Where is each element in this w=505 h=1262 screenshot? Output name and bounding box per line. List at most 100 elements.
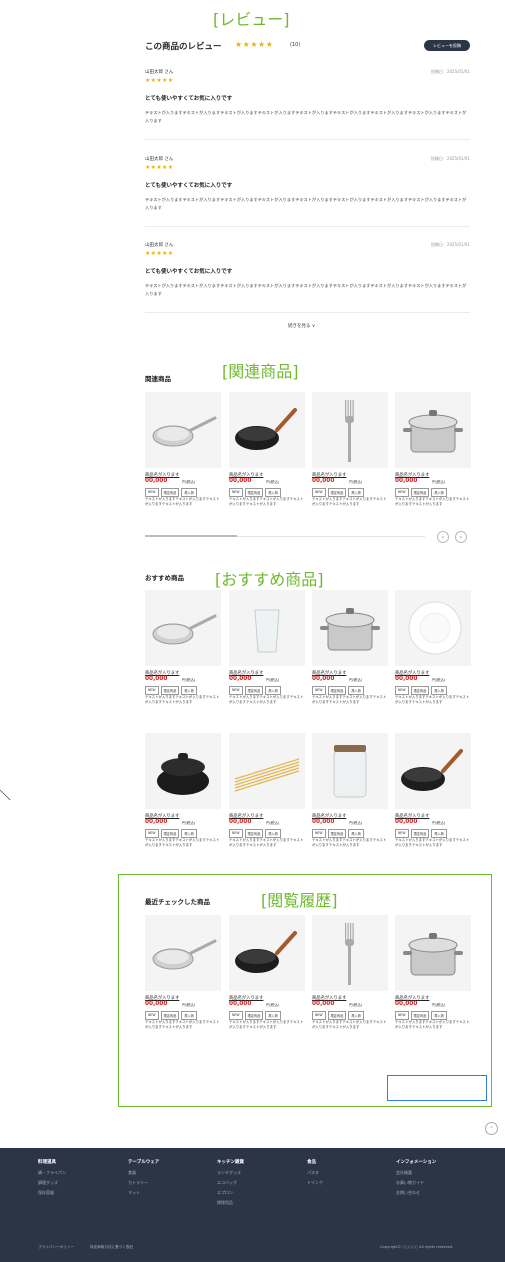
product-tags: NEW 限定商品 再入荷: [229, 686, 281, 695]
x-icon[interactable]: 𝕏: [419, 1083, 425, 1093]
footer-link[interactable]: ドリンク: [307, 1180, 323, 1186]
product-card[interactable]: 商品名が入ります 00,000 円(税込) NEW 限定商品 再入荷 テキストが入りますテキ…: [395, 392, 471, 506]
product-card[interactable]: 商品名が入ります 00,000 円(税込) NEW 限定商品 再入荷 テキストが入りますテキ…: [229, 590, 305, 704]
product-card[interactable]: 商品名が入ります 00,000 円(税込) NEW 限定商品 再入荷 テキストが入りますテキ…: [145, 733, 221, 847]
review-title: とても使いやすくてお気に入りです: [145, 183, 233, 189]
review-body: テキストが入りますテキストが入りますテキストが入りますテキストが入りますテキスト…: [145, 283, 467, 296]
footer-link[interactable]: 鍋・フライパン: [38, 1170, 66, 1176]
product-card[interactable]: 商品名が入ります 00,000 円(税込) NEW 限定商品 再入荷 テキストが入りますテキ…: [229, 915, 305, 1029]
product-card[interactable]: 商品名が入ります 00,000 円(税込) NEW 限定商品 再入荷 テキストが入りますテキ…: [312, 733, 388, 847]
product-image[interactable]: [145, 590, 221, 666]
product-image[interactable]: [395, 590, 471, 666]
product-description: テキストが入りますテキストが入りますテキストが入りますテキストが入ります: [229, 838, 304, 847]
product-image[interactable]: [312, 915, 388, 991]
product-tag: 限定商品: [160, 686, 180, 695]
product-card[interactable]: 商品名が入ります 00,000 円(税込) NEW 限定商品 再入荷 テキストが入りますテキ…: [395, 733, 471, 847]
product-tag: 再入荷: [181, 488, 197, 497]
footer-column-heading[interactable]: 食品: [307, 1159, 323, 1165]
product-tag: 限定商品: [327, 686, 347, 695]
show-more-reviews-link[interactable]: 続きを見る ∨: [288, 323, 315, 329]
product-card[interactable]: 商品名が入ります 00,000 円(税込) NEW 限定商品 再入荷 テキストが入りますテキ…: [145, 915, 221, 1029]
footer-link[interactable]: エプロン: [217, 1190, 244, 1196]
price-tax-label: 円(税込): [349, 678, 363, 682]
footer-link[interactable]: エコバッグ: [217, 1180, 244, 1186]
review-item: 山田太郎 さん 投稿日：2025/01/01 ★★★★★ とても使いやすくてお気…: [145, 156, 470, 227]
footer-link[interactable]: パスタ: [307, 1170, 323, 1176]
product-image[interactable]: [312, 590, 388, 666]
product-image[interactable]: [145, 392, 221, 468]
product-image[interactable]: [395, 915, 471, 991]
footer-link[interactable]: お問い合わせ: [396, 1190, 436, 1196]
product-image[interactable]: [395, 733, 471, 809]
footer-link[interactable]: カトラリー: [128, 1180, 159, 1186]
price-tax-label: 円(税込): [266, 821, 280, 825]
product-card[interactable]: 商品名が入ります 00,000 円(税込) NEW 限定商品 再入荷 テキストが入りますテキ…: [395, 915, 471, 1029]
write-review-button[interactable]: レビューを投稿: [424, 40, 470, 51]
page-top-button[interactable]: ⌃: [485, 1122, 498, 1135]
product-tag: 再入荷: [348, 686, 364, 695]
product-card[interactable]: 商品名が入ります 00,000 円(税込) NEW 限定商品 再入荷 テキストが入りますテキ…: [229, 733, 305, 847]
footer-column-heading[interactable]: 料理道具: [38, 1159, 66, 1165]
product-card[interactable]: 商品名が入ります 00,000 円(税込) NEW 限定商品 再入荷 テキストが入りますテキ…: [312, 915, 388, 1029]
product-image[interactable]: [229, 733, 305, 809]
product-image[interactable]: [229, 590, 305, 666]
line-icon[interactable]: ●: [455, 1083, 462, 1093]
footer-link[interactable]: 掃除用品: [217, 1200, 244, 1206]
facebook-icon[interactable]: f: [432, 1083, 435, 1093]
carousel-next-button[interactable]: ›: [455, 531, 467, 543]
footer-link[interactable]: 食器: [128, 1170, 159, 1176]
price-tax-label: 円(税込): [182, 1003, 196, 1007]
product-tag: NEW: [312, 488, 326, 497]
review-stars: ★★★★★: [145, 250, 174, 257]
footer-link[interactable]: ランチグッズ: [217, 1170, 244, 1176]
product-card[interactable]: 商品名が入ります 00,000 円(税込) NEW 限定商品 再入荷 テキストが入りますテキ…: [312, 392, 388, 506]
product-image[interactable]: [229, 392, 305, 468]
product-card[interactable]: 商品名が入ります 00,000 円(税込) NEW 限定商品 再入荷 テキストが入りますテキ…: [395, 590, 471, 704]
footer-link[interactable]: お買い物ガイド: [396, 1180, 436, 1186]
product-tags: NEW 限定商品 再入荷: [312, 1011, 364, 1020]
product-tag: NEW: [395, 829, 409, 838]
product-image[interactable]: [229, 915, 305, 991]
carousel-prev-button[interactable]: ‹: [437, 531, 449, 543]
related-scrollbar-thumb[interactable]: [145, 535, 237, 537]
product-tag: NEW: [312, 1011, 326, 1020]
footer-column-heading[interactable]: インフォメーション: [396, 1159, 436, 1165]
product-tag: 限定商品: [410, 488, 430, 497]
product-image[interactable]: [145, 733, 221, 809]
product-description: テキストが入りますテキストが入りますテキストが入りますテキストが入ります: [312, 1020, 387, 1029]
product-tag: NEW: [229, 829, 243, 838]
youtube-icon[interactable]: ▶: [442, 1083, 448, 1093]
product-card[interactable]: 商品名が入ります 00,000 円(税込) NEW 限定商品 再入荷 テキストが入りますテキ…: [145, 392, 221, 506]
footer-link[interactable]: 会社概要: [396, 1170, 436, 1176]
product-card[interactable]: 商品名が入ります 00,000 円(税込) NEW 限定商品 再入荷 テキストが入りますテキ…: [145, 590, 221, 704]
product-price: 00,000: [395, 478, 418, 484]
product-description: テキストが入りますテキストが入りますテキストが入りますテキストが入ります: [145, 695, 220, 704]
product-image[interactable]: [312, 733, 388, 809]
footer-link[interactable]: マット: [128, 1190, 159, 1196]
privacy-policy-link[interactable]: プライバシーポリシー: [38, 1245, 74, 1250]
footer-column: インフォメーション 会社概要お買い物ガイド お問い合わせ: [396, 1159, 436, 1200]
product-tags: NEW 限定商品 再入荷: [145, 488, 197, 497]
annotation-review: [レビュー]: [213, 10, 290, 29]
product-tags: NEW 限定商品 再入荷: [145, 829, 197, 838]
footer-column-heading[interactable]: テーブルウェア: [128, 1159, 159, 1165]
product-description: テキストが入りますテキストが入りますテキストが入りますテキストが入ります: [145, 838, 220, 847]
product-tag: NEW: [395, 686, 409, 695]
footer-column: テーブルウェア 食器カトラリーマット: [128, 1159, 159, 1200]
legal-notice-link[interactable]: 特定商取引法に基づく表記: [90, 1245, 133, 1250]
footer-link[interactable]: 調理グッズ: [38, 1180, 66, 1186]
review-body: テキストが入りますテキストが入りますテキストが入りますテキストが入りますテキスト…: [145, 197, 467, 210]
reviewer-name: 山田太郎 さん: [145, 157, 174, 162]
product-image[interactable]: [395, 392, 471, 468]
product-image[interactable]: [145, 915, 221, 991]
product-card[interactable]: 商品名が入ります 00,000 円(税込) NEW 限定商品 再入荷 テキストが入りますテキ…: [229, 392, 305, 506]
footer-link[interactable]: 保存容器: [38, 1190, 66, 1196]
price-tax-label: 円(税込): [182, 821, 196, 825]
product-description: テキストが入りますテキストが入りますテキストが入りますテキストが入ります: [312, 497, 387, 506]
product-tag: 限定商品: [244, 488, 264, 497]
instagram-icon[interactable]: ◎: [405, 1083, 412, 1093]
annotation-recommended: [おすすめ商品]: [215, 570, 324, 589]
product-image[interactable]: [312, 392, 388, 468]
product-card[interactable]: 商品名が入ります 00,000 円(税込) NEW 限定商品 再入荷 テキストが入りますテキ…: [312, 590, 388, 704]
footer-column-heading[interactable]: キッチン雑貨: [217, 1159, 244, 1165]
